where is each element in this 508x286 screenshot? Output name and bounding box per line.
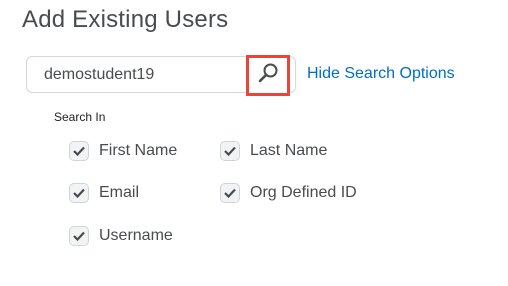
org-defined-id-checkbox[interactable]	[220, 183, 240, 203]
first-name-label: First Name	[99, 142, 178, 159]
email-checkbox[interactable]	[69, 183, 89, 203]
last-name-checkbox[interactable]	[220, 141, 240, 161]
option-username[interactable]: Username	[69, 226, 173, 246]
magnifier-icon	[257, 62, 279, 89]
option-last-name[interactable]: Last Name	[220, 141, 327, 161]
checkmark-icon	[73, 231, 85, 241]
hide-search-options-link[interactable]: Hide Search Options	[307, 65, 455, 83]
email-label: Email	[99, 184, 140, 201]
username-label: Username	[99, 227, 173, 244]
last-name-label: Last Name	[250, 142, 328, 159]
option-email[interactable]: Email	[69, 183, 139, 203]
checkmark-icon	[73, 188, 85, 198]
search-in-label: Search In	[54, 110, 106, 124]
org-defined-id-label: Org Defined ID	[250, 184, 357, 201]
search-button[interactable]	[246, 55, 290, 96]
option-org-defined-id[interactable]: Org Defined ID	[220, 183, 357, 203]
page-title: Add Existing Users	[22, 6, 229, 33]
option-first-name[interactable]: First Name	[69, 141, 177, 161]
checkmark-icon	[224, 188, 236, 198]
checkmark-icon	[73, 146, 85, 156]
username-checkbox[interactable]	[69, 226, 89, 246]
checkmark-icon	[224, 146, 236, 156]
search-input[interactable]	[44, 65, 244, 85]
first-name-checkbox[interactable]	[69, 141, 89, 161]
